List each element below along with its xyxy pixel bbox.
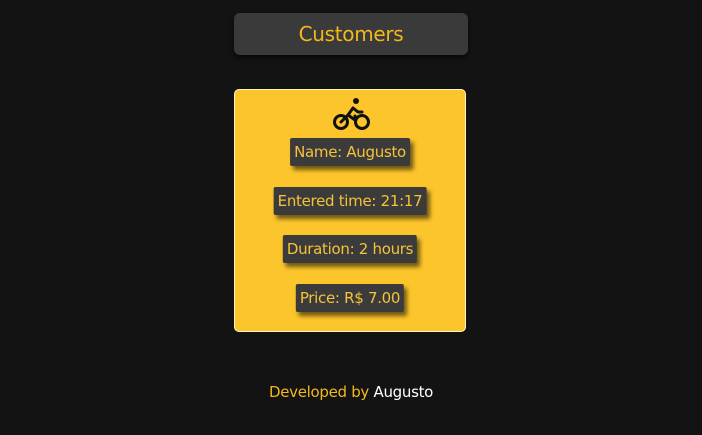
customer-card[interactable]: Name: Augusto Entered time: 21:17 Durati… [234,89,466,332]
customer-price: Price: R$ 7.00 [295,284,405,312]
customer-duration: Duration: 2 hours [282,235,418,263]
bicycle-rider-icon [333,98,370,130]
footer: Developed by Augusto [0,383,702,401]
page-title: Customers [298,22,404,46]
footer-author[interactable]: Augusto [373,383,433,401]
customer-entered-time: Entered time: 21:17 [273,187,427,215]
customer-name: Name: Augusto [290,138,410,166]
customers-header: Customers [234,13,468,55]
footer-prefix: Developed by [268,383,370,401]
page: Customers Name: Augusto Entered time: 21… [0,0,702,435]
